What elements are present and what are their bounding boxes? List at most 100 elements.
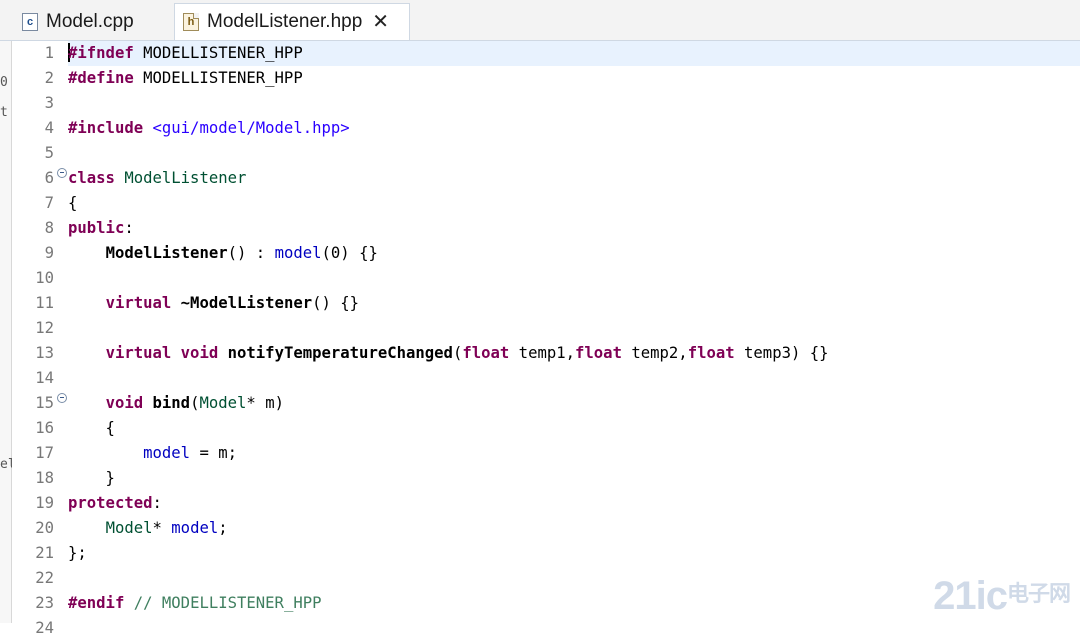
line-number: 23	[35, 594, 54, 612]
code-line[interactable]: virtual ~ModelListener() {}	[68, 291, 1080, 316]
code-token: Model	[105, 519, 153, 537]
code-token: model	[143, 444, 191, 462]
code-token: temp3) {}	[734, 344, 829, 362]
code-editor[interactable]: #ifndef MODELLISTENER_HPP #define MODELLI…	[68, 41, 1080, 623]
code-token: #define	[68, 69, 134, 87]
code-line[interactable]	[68, 366, 1080, 391]
line-number: 7	[44, 194, 54, 212]
line-number: 19	[35, 494, 54, 512]
fold-toggle-icon[interactable]	[57, 168, 67, 178]
code-token: virtual	[105, 294, 172, 312]
tab-label: ModelListener.hpp	[207, 11, 363, 32]
fold-toggle-icon[interactable]	[57, 393, 67, 403]
code-token: void	[105, 394, 144, 412]
code-token: MODELLISTENER_HPP	[133, 69, 303, 87]
watermark-cn: 电子网	[1006, 581, 1071, 606]
line-number: 5	[44, 144, 54, 162]
code-line[interactable]	[68, 91, 1080, 116]
close-icon[interactable]: ✕	[372, 12, 389, 32]
code-token: model	[274, 244, 322, 262]
code-line[interactable]: };	[68, 541, 1080, 566]
watermark-logo: 21ic电子网	[933, 574, 1071, 619]
line-number: 8	[44, 219, 54, 237]
code-line[interactable]	[68, 566, 1080, 591]
code-token: MODELLISTENER_HPP	[133, 44, 303, 62]
code-line[interactable]: ModelListener() : model(0) {}	[68, 241, 1080, 266]
line-number: 6	[44, 169, 54, 187]
code-token: (0) {}	[321, 244, 378, 262]
line-number: 4	[44, 119, 54, 137]
code-line[interactable]: {	[68, 191, 1080, 216]
code-token: ModelListener	[105, 244, 228, 262]
code-line[interactable]: Model* model;	[68, 516, 1080, 541]
line-number: 22	[35, 569, 54, 587]
code-token: ;	[218, 519, 228, 537]
code-line[interactable]: }	[68, 466, 1080, 491]
code-line[interactable]: {	[68, 416, 1080, 441]
code-line[interactable]	[68, 266, 1080, 291]
header-file-icon: h	[183, 13, 199, 31]
code-token: #ifndef	[68, 44, 134, 62]
editor-tab-bar: c Model.cpp h ModelListener.hpp ✕	[0, 0, 1080, 41]
code-token: temp2,	[621, 344, 688, 362]
code-line[interactable]: model = m;	[68, 441, 1080, 466]
code-line[interactable]: public:	[68, 216, 1080, 241]
line-number: 9	[44, 244, 54, 262]
code-token: :	[152, 494, 162, 512]
code-token: float	[575, 344, 622, 362]
code-token: // MODELLISTENER_HPP	[133, 594, 322, 612]
code-line[interactable]: class ModelListener	[68, 166, 1080, 191]
code-line[interactable]: virtual void notifyTemperatureChanged(fl…	[68, 341, 1080, 366]
code-token: = m;	[190, 444, 238, 462]
code-token: #endif	[68, 594, 125, 612]
code-line[interactable]: void bind(Model* m)	[68, 391, 1080, 416]
line-number: 11	[35, 294, 54, 312]
line-number-gutter: 1 2 3 4 5 6 7 8 9 10 11 12 13 14 15 16 17 18 19 20 21 22 23 24	[12, 41, 68, 637]
code-token: ~ModelListener	[180, 294, 313, 312]
code-token: <gui/model/Model.hpp>	[143, 119, 350, 137]
code-line[interactable]: #define MODELLISTENER_HPP	[68, 66, 1080, 91]
code-token: float	[687, 344, 735, 362]
line-number: 24	[35, 619, 54, 637]
tab-model-cpp[interactable]: c Model.cpp	[14, 4, 174, 40]
code-token: :	[124, 219, 134, 237]
line-number: 1	[44, 44, 54, 62]
code-token: void	[180, 344, 219, 362]
code-token: float	[462, 344, 510, 362]
code-token: (	[452, 344, 463, 362]
code-token: bind	[152, 394, 191, 412]
code-token: temp1,	[509, 344, 576, 362]
code-line[interactable]: #include <gui/model/Model.hpp>	[68, 116, 1080, 141]
line-number: 2	[44, 69, 54, 87]
edge-mark: t	[0, 105, 8, 120]
code-line[interactable]: #endif // MODELLISTENER_HPP	[68, 591, 1080, 616]
code-token: () :	[227, 244, 275, 262]
line-number: 12	[35, 319, 54, 337]
code-token: {	[68, 419, 115, 437]
code-line[interactable]	[68, 616, 1080, 641]
code-line[interactable]	[68, 141, 1080, 166]
code-line[interactable]	[68, 316, 1080, 341]
code-line[interactable]: #ifndef MODELLISTENER_HPP	[68, 41, 1080, 66]
code-token: Model	[199, 394, 247, 412]
code-line[interactable]: protected:	[68, 491, 1080, 516]
code-token: #include	[68, 119, 144, 137]
line-number: 3	[44, 94, 54, 112]
code-token: () {}	[312, 294, 360, 312]
code-token: protected	[68, 494, 153, 512]
code-token: class	[68, 169, 115, 187]
code-token: * m)	[246, 394, 284, 412]
code-token: public	[68, 219, 125, 237]
line-number: 15	[35, 394, 54, 412]
tab-modellistener-hpp[interactable]: h ModelListener.hpp ✕	[174, 3, 410, 40]
code-token: };	[68, 544, 87, 562]
